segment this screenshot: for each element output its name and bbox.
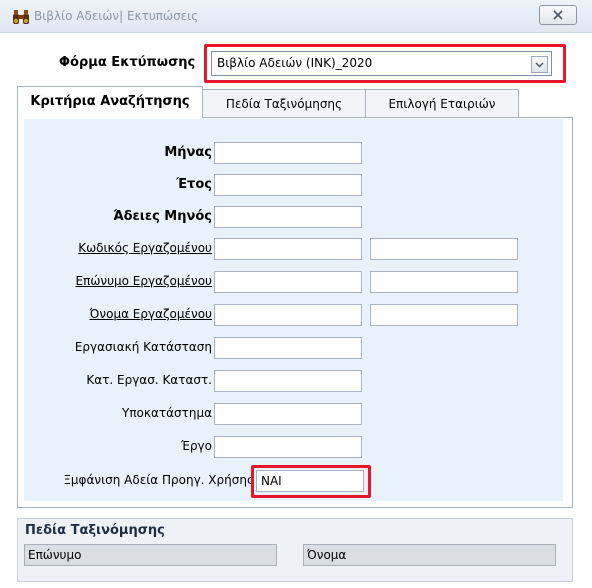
- work-status-label: Εργασιακή Κατάσταση: [74, 340, 212, 354]
- employee-surname-from-input[interactable]: [214, 271, 362, 293]
- binoculars-icon: [12, 9, 30, 25]
- work-status-category-input[interactable]: [214, 370, 362, 392]
- tab-company-selection[interactable]: Επιλογή Εταιριών: [365, 89, 519, 117]
- tab-label: Κριτήρια Αναζήτησης: [30, 94, 190, 109]
- year-label: Έτος: [176, 177, 212, 192]
- tab-search-criteria[interactable]: Κριτήρια Αναζήτησης: [17, 86, 203, 118]
- close-icon: [553, 10, 563, 20]
- tab-label: Επιλογή Εταιριών: [388, 97, 496, 111]
- month-label: Μήνας: [164, 145, 212, 160]
- employee-name-from-input[interactable]: [214, 304, 362, 326]
- leaves-month-label: Άδειες Μηνός: [113, 209, 212, 224]
- sort-fields-title: Πεδία Ταξινόμησης: [25, 523, 165, 538]
- highlight-box-prev-leave: [251, 465, 371, 498]
- window-title: Βιβλίο Αδειών| Εκτυπώσεις: [34, 9, 199, 23]
- sort-field-2[interactable]: Όνομα: [303, 544, 556, 566]
- employee-name-link[interactable]: Όνομα Εργαζομένου: [90, 307, 212, 321]
- close-button[interactable]: [539, 5, 577, 25]
- sort-field-1[interactable]: Επώνυμο: [24, 544, 277, 566]
- employee-surname-link[interactable]: Επώνυμο Εργαζομένου: [76, 274, 212, 288]
- employee-surname-to-input[interactable]: [370, 271, 518, 293]
- tab-sort-fields[interactable]: Πεδία Ταξινόμησης: [202, 89, 366, 117]
- employee-code-link[interactable]: Κωδικός Εργαζομένου: [78, 241, 212, 255]
- work-status-input[interactable]: [214, 337, 362, 359]
- print-dialog-window: Βιβλίο Αδειών| Εκτυπώσεις Φόρμα Εκτύπωση…: [0, 0, 592, 588]
- year-input[interactable]: [214, 174, 362, 196]
- work-status-category-label: Κατ. Εργασ. Καταστ.: [86, 373, 212, 387]
- project-label: Έργο: [180, 439, 212, 453]
- tab-label: Πεδία Ταξινόμησης: [225, 97, 343, 111]
- project-input[interactable]: [214, 436, 362, 458]
- leaves-month-input[interactable]: [214, 206, 362, 228]
- title-bar: Βιβλίο Αδειών| Εκτυπώσεις: [0, 0, 592, 33]
- branch-input[interactable]: [214, 403, 362, 425]
- highlight-box-form: [204, 44, 566, 83]
- employee-code-to-input[interactable]: [370, 238, 518, 260]
- month-input[interactable]: [214, 142, 362, 164]
- print-form-label: Φόρμα Εκτύπωσης: [59, 55, 196, 70]
- employee-name-to-input[interactable]: [370, 304, 518, 326]
- employee-code-from-input[interactable]: [214, 238, 362, 260]
- show-prev-leave-label: Ξμφάνιση Αδεία Προηγ. Χρήσης: [63, 473, 254, 487]
- branch-label: Υποκατάστημα: [122, 406, 212, 420]
